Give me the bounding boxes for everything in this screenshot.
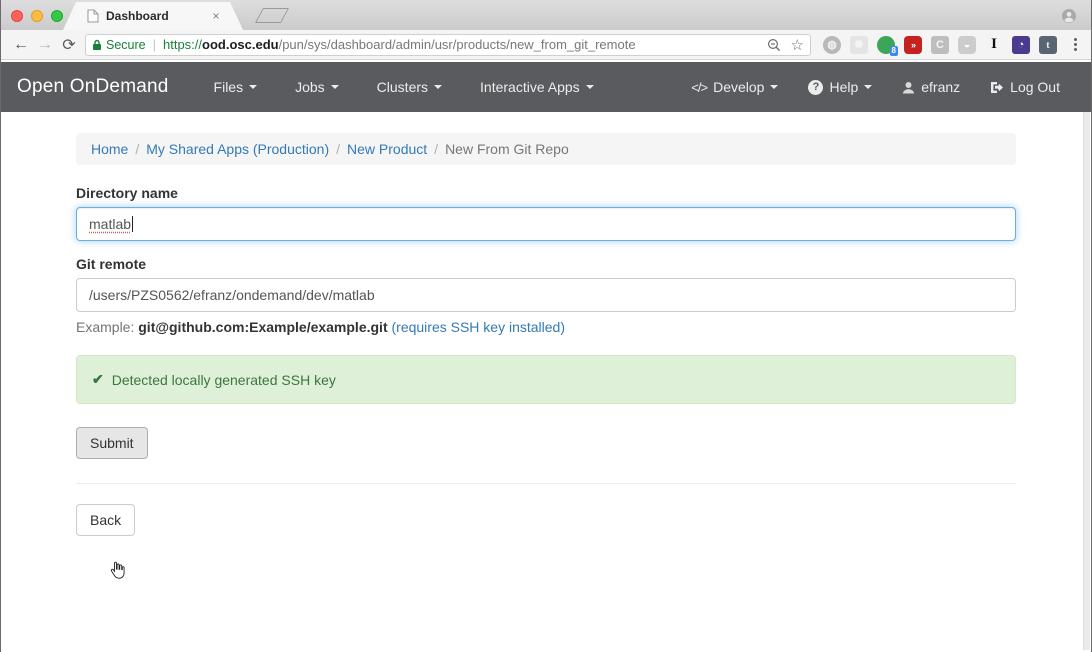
new-tab-button[interactable]: [255, 8, 289, 23]
extension-badge: 8: [890, 46, 898, 56]
chrome-menu-icon[interactable]: [1067, 38, 1083, 51]
green-badge-extension-icon[interactable]: 8: [877, 36, 895, 54]
ssh-key-alert-text: Detected locally generated SSH key: [112, 372, 336, 388]
nav-files-menu[interactable]: Files: [199, 64, 273, 110]
ssh-key-help-link[interactable]: (requires SSH key installed): [392, 319, 566, 335]
video-speed-extension-icon[interactable]: »: [904, 36, 922, 54]
reload-button[interactable]: ⟳: [57, 33, 81, 57]
chevron-down-icon: [249, 85, 257, 89]
back-button[interactable]: ←: [9, 33, 33, 57]
mouse-cursor-hand: [109, 560, 127, 580]
text-caret: [132, 216, 133, 232]
git-remote-input[interactable]: /users/PZS0562/efranz/ondemand/dev/matla…: [76, 278, 1016, 312]
secure-indicator[interactable]: Secure: [92, 38, 146, 52]
instapaper-extension-icon[interactable]: I: [985, 36, 1003, 54]
browser-window: Dashboard × ← → ⟳ Secure | https://ood.o…: [0, 0, 1092, 652]
close-window-button[interactable]: [11, 10, 23, 22]
url-domain: ood.osc.edu: [202, 37, 279, 52]
git-remote-value: /users/PZS0562/efranz/ondemand/dev/matla…: [89, 287, 375, 303]
secure-label: Secure: [106, 38, 146, 52]
chevron-down-icon: [434, 85, 442, 89]
divider: [76, 483, 1016, 484]
breadcrumb-new-product[interactable]: New Product: [347, 141, 427, 157]
browser-toolbar: ← → ⟳ Secure | https://ood.osc.edu/pun/s…: [1, 30, 1091, 60]
address-bar[interactable]: Secure | https://ood.osc.edu/pun/sys/das…: [85, 34, 811, 56]
url-separator: |: [153, 37, 156, 52]
ssh-key-alert: ✔ Detected locally generated SSH key: [76, 355, 1016, 404]
help-circle-icon: ?: [808, 80, 823, 95]
page-content: Home/My Shared Apps (Production)/New Pro…: [1, 112, 1091, 652]
example-remote: git@github.com:Example/example.git: [138, 319, 387, 335]
profile-icon[interactable]: [1061, 8, 1077, 24]
nav-jobs-menu[interactable]: Jobs: [280, 64, 354, 110]
url-scheme: https://: [163, 37, 202, 52]
breadcrumb-my-shared-apps[interactable]: My Shared Apps (Production): [146, 141, 329, 157]
check-icon: ✔: [92, 371, 104, 388]
browser-tab-dashboard[interactable]: Dashboard ×: [63, 2, 243, 30]
chevron-down-icon: [864, 85, 872, 89]
chevron-down-icon: [331, 85, 339, 89]
minimize-window-button[interactable]: [31, 10, 43, 22]
breadcrumb-current: New From Git Repo: [445, 141, 569, 157]
directory-name-value: matlab: [89, 216, 131, 232]
tab-close-icon[interactable]: ×: [209, 9, 223, 23]
page-scrollbar[interactable]: [1083, 112, 1090, 650]
nav-interactive-apps-menu[interactable]: Interactive Apps: [465, 64, 609, 110]
breadcrumb: Home/My Shared Apps (Production)/New Pro…: [76, 133, 1016, 165]
snowflake-extension-icon[interactable]: ❊: [850, 36, 868, 54]
directory-name-label: Directory name: [76, 185, 1016, 201]
nav-logout[interactable]: Log Out: [975, 64, 1075, 110]
url-path: /pun/sys/dashboard/admin/usr/products/ne…: [279, 37, 636, 52]
titlebar: Dashboard ×: [1, 0, 1091, 30]
bookmark-star-icon[interactable]: ☆: [791, 36, 804, 54]
lock-icon: [92, 39, 102, 51]
zoom-out-icon[interactable]: [767, 38, 781, 52]
log-out-icon: [990, 81, 1004, 94]
tab-title: Dashboard: [106, 9, 221, 23]
nav-develop-menu[interactable]: </>Develop: [676, 64, 793, 110]
brand-open-ondemand[interactable]: Open OnDemand: [17, 76, 169, 98]
code-icon: </>: [691, 80, 707, 95]
user-icon: [902, 81, 915, 94]
traffic-lights: [11, 10, 63, 22]
git-remote-help: Example: git@github.com:Example/example.…: [76, 319, 1016, 335]
chevron-down-icon: [770, 85, 778, 89]
speedometer-extension-icon[interactable]: ◔: [1012, 36, 1030, 54]
c-extension-icon[interactable]: C: [931, 36, 949, 54]
tumblr-extension-icon[interactable]: t: [1039, 36, 1057, 54]
bubble-extension-icon[interactable]: ◒: [958, 36, 976, 54]
nav-help-menu[interactable]: ?Help: [793, 64, 887, 110]
chevron-down-icon: [586, 85, 594, 89]
globe-extension-icon[interactable]: ◍: [823, 36, 841, 54]
page-favicon-icon: [87, 9, 99, 23]
back-page-button[interactable]: Back: [76, 504, 135, 536]
extensions-row: ◍ ❊ 8 » C ◒ I ◔ t: [823, 36, 1057, 54]
submit-button[interactable]: Submit: [76, 427, 148, 459]
git-remote-label: Git remote: [76, 256, 1016, 272]
nav-clusters-menu[interactable]: Clusters: [362, 64, 457, 110]
breadcrumb-home[interactable]: Home: [91, 141, 128, 157]
nav-user[interactable]: efranz: [887, 64, 975, 110]
app-navbar: Open OnDemand Files Jobs Clusters Intera…: [1, 62, 1091, 112]
zoom-window-button[interactable]: [51, 10, 63, 22]
forward-button[interactable]: →: [33, 33, 57, 57]
directory-name-input[interactable]: matlab: [76, 207, 1016, 241]
